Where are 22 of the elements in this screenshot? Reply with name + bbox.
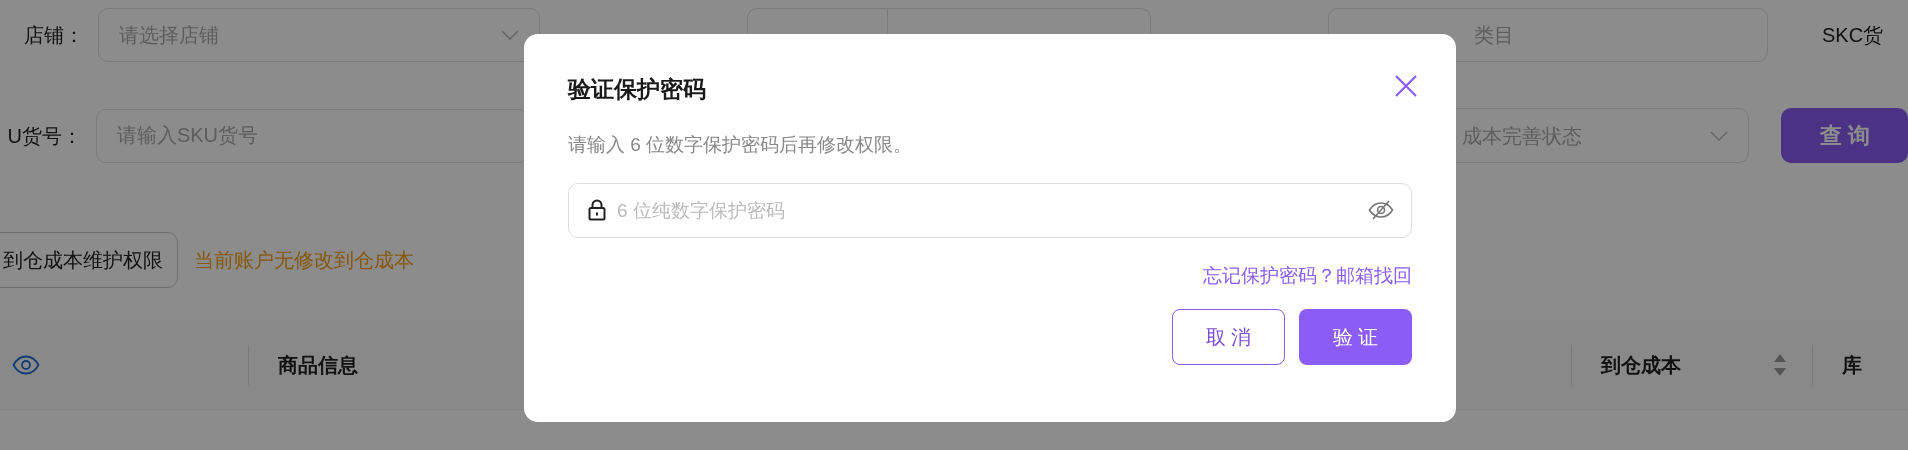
- chevron-down-icon: [501, 30, 519, 40]
- eye-off-icon[interactable]: [1368, 199, 1394, 221]
- field-label: 店铺：: [24, 23, 84, 48]
- dialog-title: 验证保护密码: [568, 75, 706, 104]
- close-button[interactable]: [1394, 74, 1418, 99]
- password-field[interactable]: 6 位纯数字保护密码: [568, 183, 1412, 238]
- close-icon: [1394, 74, 1418, 99]
- chevron-down-icon: [1710, 130, 1729, 141]
- query-button[interactable]: 查 询: [1781, 108, 1908, 163]
- cancel-button[interactable]: 取 消: [1172, 308, 1285, 365]
- permission-button[interactable]: 到仓成本维护权限: [0, 232, 178, 288]
- column-header: 到仓成本: [1601, 352, 1681, 378]
- verify-button[interactable]: 验 证: [1299, 308, 1412, 365]
- warning-text: 当前账户无修改到仓成本: [194, 248, 414, 273]
- column-header: 库: [1842, 352, 1862, 378]
- forgot-password-link[interactable]: 忘记保护密码？邮箱找回: [1203, 262, 1412, 291]
- lock-icon: [588, 199, 606, 221]
- dialog-description: 请输入 6 位数字保护密码后再修改权限。: [568, 133, 913, 155]
- eye-icon: [12, 354, 40, 375]
- field-label: SKC货: [1822, 23, 1884, 48]
- column-header: 商品信息: [278, 352, 358, 378]
- field-label: U货号：: [7, 123, 82, 149]
